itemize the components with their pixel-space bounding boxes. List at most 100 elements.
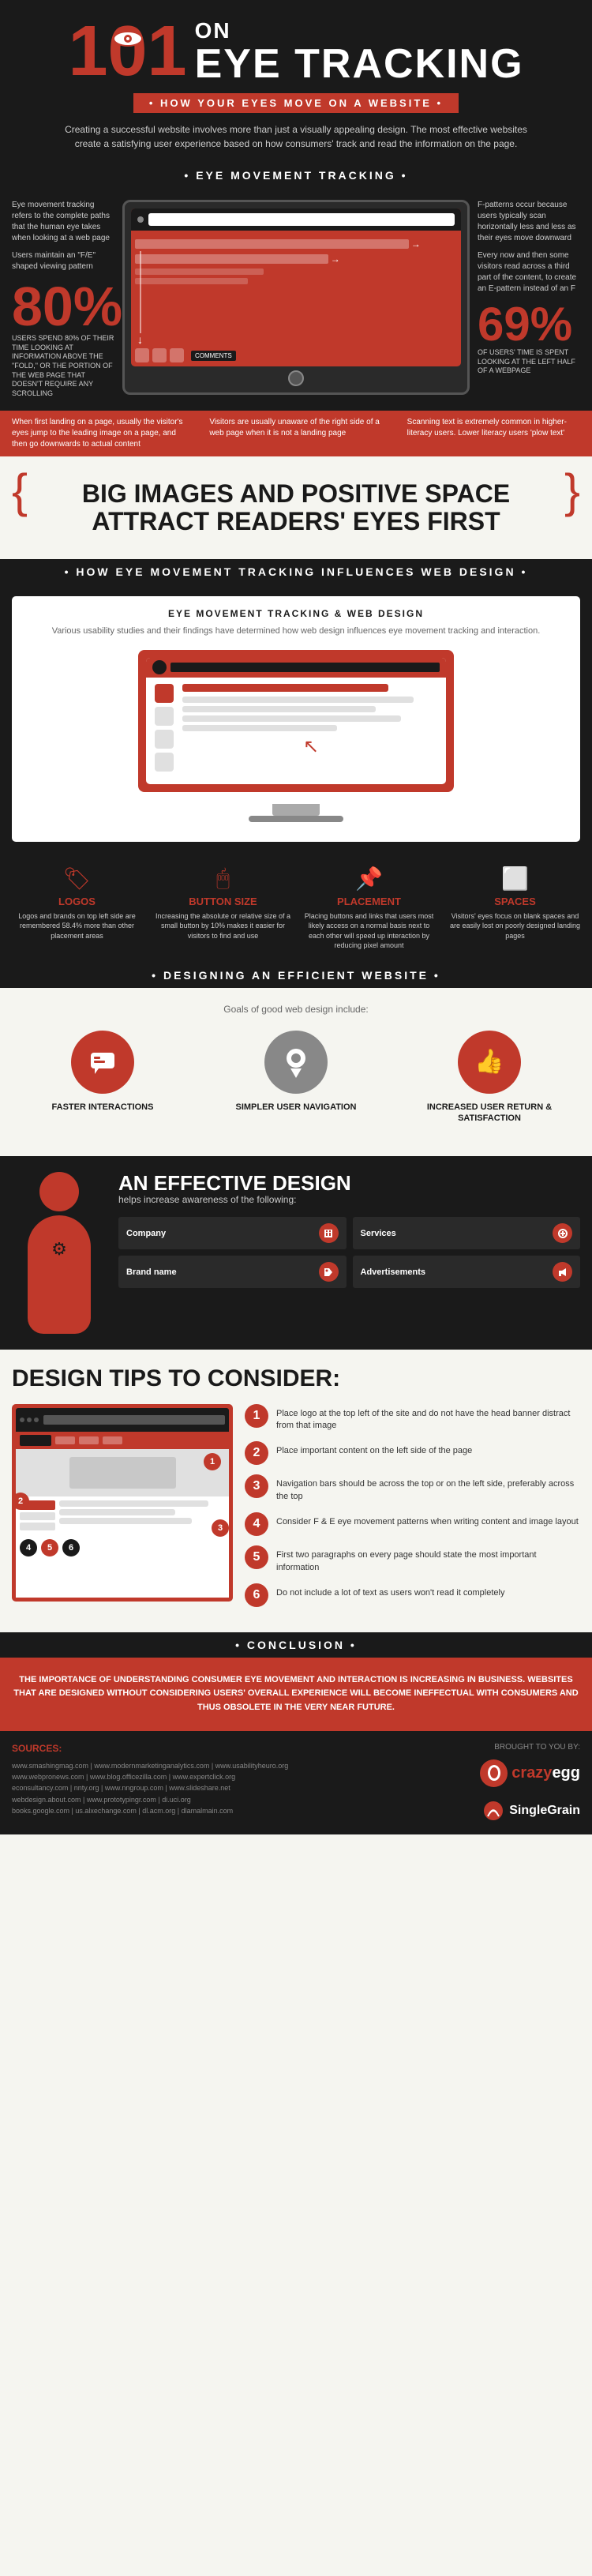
effective-item4-icon <box>553 1262 572 1282</box>
f-note-left: When first landing on a page, usually th… <box>12 417 185 450</box>
percent-69-label: OF USERS' TIME IS SPENT LOOKING AT THE L… <box>478 348 580 376</box>
badge-5: 5 <box>41 1539 58 1556</box>
url-bar <box>43 1415 225 1425</box>
monitor-logo <box>152 660 167 674</box>
effective-item-brand: Brand name <box>118 1256 347 1288</box>
monitor-sidebar <box>152 684 176 778</box>
tip-row-4: 4 Consider F & E eye movement patterns w… <box>245 1512 580 1536</box>
browser-dot2 <box>27 1418 32 1422</box>
source-1: www.smashingmag.com | www.modernmarketin… <box>12 1760 407 1771</box>
badge-1: 1 <box>204 1453 221 1470</box>
col2-title: BUTTON SIZE <box>154 896 292 907</box>
tip-text-1: Place logo at the top left of the site a… <box>276 1404 580 1433</box>
effective-item-company: Company <box>118 1217 347 1249</box>
tip-number-2: 2 <box>245 1441 268 1465</box>
nav-logo <box>20 1435 51 1446</box>
tip-number-6: 6 <box>245 1583 268 1607</box>
left-brace: { <box>12 472 28 510</box>
tablet-url-bar <box>148 213 455 226</box>
main-area: 3 <box>59 1500 225 1533</box>
col1-desc: Logos and brands on top left side are re… <box>8 911 146 941</box>
tip-text-4: Consider F & E eye movement patterns whe… <box>276 1512 579 1528</box>
title-row: 101 ON EYE TRACKING <box>8 16 584 87</box>
goals-text: Goals of good web design include: <box>12 1004 580 1015</box>
effective-item-ads: Advertisements <box>353 1256 581 1288</box>
emt-left-note1: Eye movement tracking refers to the comp… <box>12 200 114 244</box>
sources-title: SOURCES: <box>12 1743 407 1754</box>
monitor-mock: ↖ <box>138 650 454 792</box>
badge-4: 4 <box>20 1539 37 1556</box>
sidebar-icon2 <box>155 707 174 726</box>
designing-section: Goals of good web design include: FASTER… <box>0 988 592 1156</box>
f-line-2 <box>135 254 328 264</box>
source-4: webdesign.about.com | www.prototypingr.c… <box>12 1794 407 1805</box>
f-line-3 <box>135 268 264 275</box>
tip-number-1: 1 <box>245 1404 268 1428</box>
monitor-nav-items <box>170 663 440 672</box>
tips-left: 1 2 <box>12 1404 233 1617</box>
sources-right: BROUGHT TO YOU BY: crazyegg <box>422 1743 580 1823</box>
col4-desc: Visitors' eyes focus on blank spaces and… <box>446 911 584 941</box>
left-sidebar: 2 <box>20 1500 55 1533</box>
effective-inner: ⚙ AN EFFECTIVE DESIGN helps increase awa… <box>12 1172 580 1334</box>
main-line-5 <box>182 725 337 731</box>
monitor-stand <box>272 804 320 816</box>
content-line3 <box>59 1518 192 1524</box>
icon3 <box>170 348 184 362</box>
icon1 <box>135 348 149 362</box>
icon2 <box>152 348 167 362</box>
monitor-main-content: ↖ <box>182 684 440 778</box>
chat-icon <box>87 1046 118 1078</box>
page-header: 101 ON EYE TRACKING • HOW YOUR EYES MOVE… <box>0 0 592 163</box>
designing-section-header: • DESIGNING AN EFFICIENT WEBSITE • <box>0 963 592 988</box>
f-note-middle: Visitors are usually unaware of the righ… <box>209 417 382 439</box>
badge-6: 6 <box>62 1539 80 1556</box>
eye-icon <box>112 30 144 47</box>
tip-row-2: 2 Place important content on the left si… <box>245 1441 580 1465</box>
arrow-right-2: → <box>331 253 340 265</box>
percent-80-big: 80% <box>12 279 114 334</box>
faster-icon <box>71 1031 134 1094</box>
brought-by: BROUGHT TO YOU BY: <box>494 1743 580 1752</box>
big-images-section: { BIG IMAGES AND POSITIVE SPACE ATTRACT … <box>0 456 592 559</box>
effective-item1-label: Company <box>126 1229 166 1238</box>
how-section-header: • HOW EYE MOVEMENT TRACKING INFLUENCES W… <box>0 559 592 584</box>
title-text: ON EYE TRACKING <box>195 18 524 84</box>
nav-item2 <box>79 1436 99 1444</box>
singlegrain-icon <box>481 1799 505 1823</box>
effective-item-services: Services <box>353 1217 581 1249</box>
goal-faster: FASTER INTERACTIONS <box>12 1031 193 1125</box>
emt-left-col: Eye movement tracking refers to the comp… <box>12 200 114 399</box>
goal1-label: FASTER INTERACTIONS <box>12 1102 193 1113</box>
placement-icon: 📌 <box>300 866 438 892</box>
mouse-cursor-icon: ↖ <box>182 735 440 758</box>
tip-number-3: 3 <box>245 1474 268 1498</box>
return-icon: 👍 <box>458 1031 521 1094</box>
effective-item3-icon <box>319 1262 339 1282</box>
emt-right-col: F-patterns occur because users typically… <box>478 200 580 376</box>
sidebar-icon4 <box>155 753 174 772</box>
mock-nav <box>16 1432 229 1449</box>
tip-row-3: 3 Navigation bars should be across the t… <box>245 1474 580 1503</box>
pin-icon <box>283 1046 310 1078</box>
gear-icon: ⚙ <box>51 1239 67 1260</box>
sidebar-item2 <box>20 1512 55 1520</box>
source-2: www.webpronews.com | www.blog.officezill… <box>12 1771 407 1782</box>
tablet-dot <box>137 216 144 223</box>
design-tips-section: DESIGN TIPS TO CONSIDER: <box>0 1350 592 1632</box>
effective-item3-label: Brand name <box>126 1267 177 1277</box>
browser-body: 1 2 <box>16 1432 229 1598</box>
source-5: books.google.com | us.alxechange.com | d… <box>12 1805 407 1816</box>
conclusion-section: THE IMPORTANCE OF UNDERSTANDING CONSUMER… <box>0 1658 592 1731</box>
header-description: Creating a successful website involves m… <box>59 122 533 151</box>
monitor-content: ↖ <box>146 678 446 784</box>
tip-text-6: Do not include a lot of text as users wo… <box>276 1583 504 1599</box>
person-head <box>39 1172 79 1211</box>
sidebar-icon3 <box>155 730 174 749</box>
col4-title: SPACES <box>446 896 584 907</box>
goal3-label: INCREASED USER RETURN & SATISFACTION <box>399 1102 580 1125</box>
tablet-home-button <box>288 370 304 386</box>
conclusion-section-header: • CONCLUSION • <box>0 1632 592 1658</box>
source-3: econsultancy.com | nnty.org | www.nngrou… <box>12 1782 407 1793</box>
col1-title: LOGOS <box>8 896 146 907</box>
